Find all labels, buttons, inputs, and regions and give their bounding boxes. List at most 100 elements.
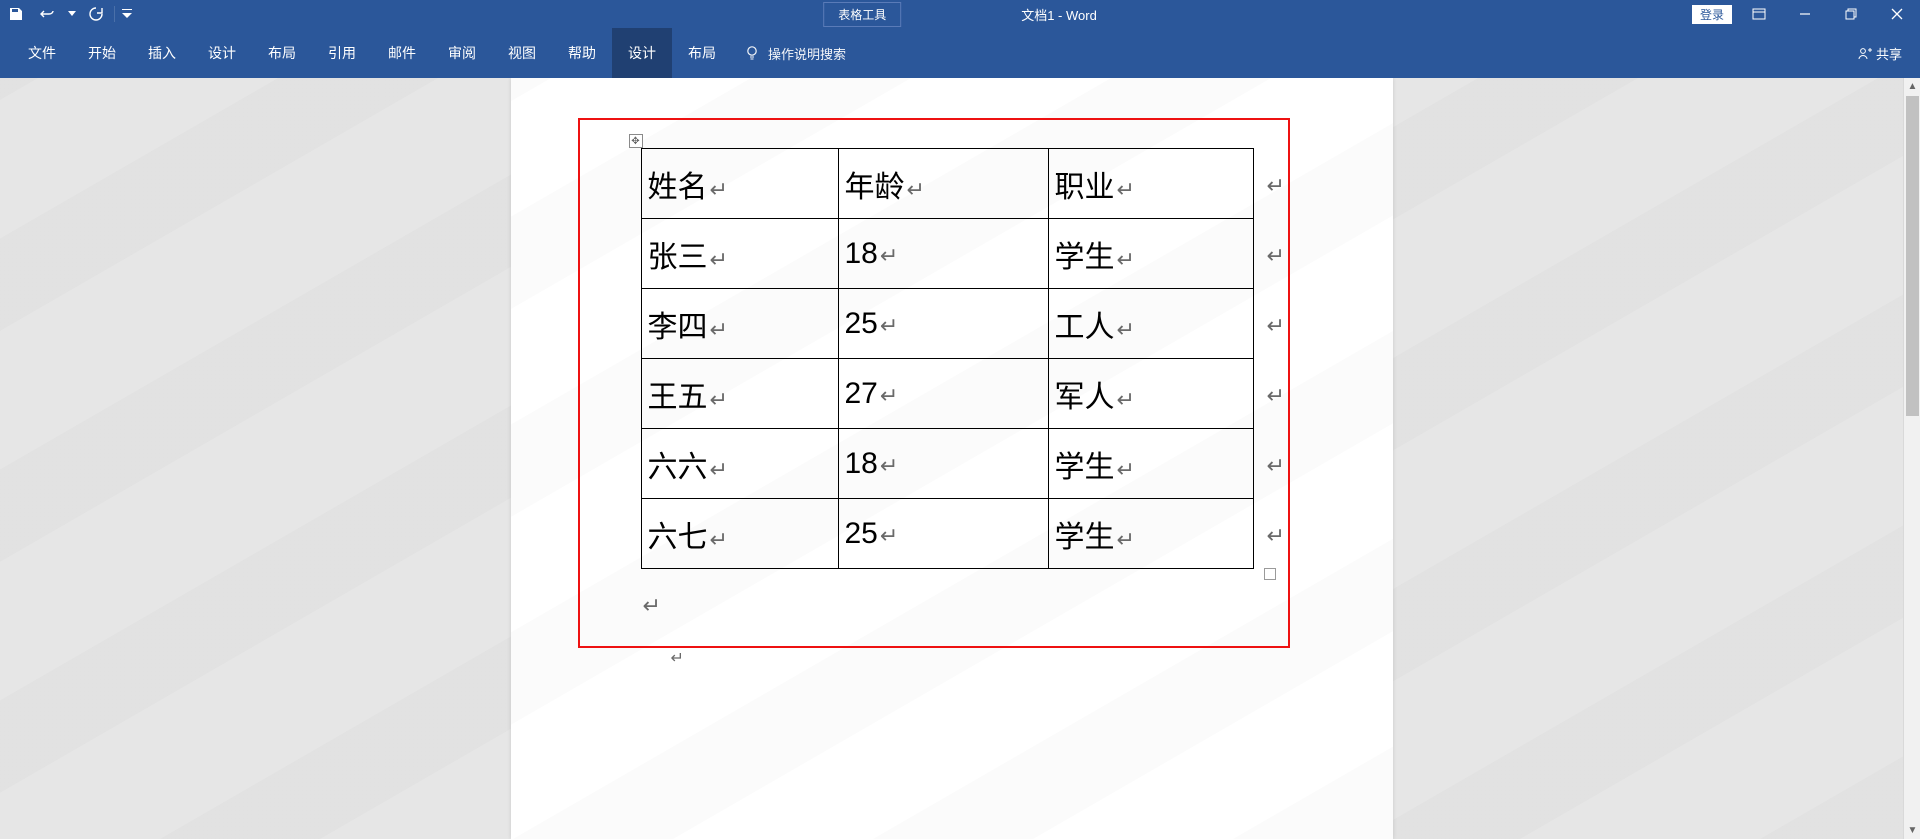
tab-home[interactable]: 开始 xyxy=(72,28,132,78)
row-end-mark: ↵ xyxy=(1267,173,1285,199)
table-row[interactable]: 六六↵ 18↵ 学生↵ xyxy=(641,429,1253,499)
cell-text: 18 xyxy=(845,447,878,480)
table-cell[interactable]: 18↵ xyxy=(838,429,1048,499)
row-end-mark: ↵ xyxy=(1267,243,1285,269)
table-cell[interactable]: 工人↵ xyxy=(1048,289,1253,359)
quick-access-toolbar xyxy=(0,0,137,28)
qat-separator xyxy=(114,6,115,22)
tab-insert[interactable]: 插入 xyxy=(132,28,192,78)
paragraph-mark: ↵ xyxy=(880,383,898,408)
page[interactable]: ✥ 姓名↵ 年龄↵ 职业↵ 张三↵ 18↵ 学生↵ 李四↵ 25↵ 工人↵ xyxy=(511,78,1393,839)
paragraph-mark: ↵ xyxy=(880,453,898,478)
table-row[interactable]: 王五↵ 27↵ 军人↵ xyxy=(641,359,1253,429)
undo-dropdown[interactable] xyxy=(64,0,80,28)
table-cell[interactable]: 姓名↵ xyxy=(641,149,838,219)
table-move-handle[interactable]: ✥ xyxy=(629,134,643,148)
table-cell[interactable]: 学生↵ xyxy=(1048,429,1253,499)
paragraph-mark: ↵ xyxy=(710,527,728,552)
table-cell[interactable]: 王五↵ xyxy=(641,359,838,429)
paragraph-mark: ↵ xyxy=(1117,387,1135,412)
title-center: 表格工具 文档1 - Word xyxy=(823,2,1097,27)
paragraph-mark: ↵ xyxy=(710,457,728,482)
minimize-button[interactable] xyxy=(1782,0,1828,28)
tab-review[interactable]: 审阅 xyxy=(432,28,492,78)
table-cell[interactable]: 25↵ xyxy=(838,499,1048,569)
ribbon-display-options[interactable] xyxy=(1736,0,1782,28)
cell-text: 27 xyxy=(845,377,878,410)
row-end-mark: ↵ xyxy=(1267,523,1285,549)
share-label: 共享 xyxy=(1876,44,1902,63)
cell-text: 25 xyxy=(845,517,878,550)
table-row[interactable]: 六七↵ 25↵ 学生↵ xyxy=(641,499,1253,569)
undo-button[interactable] xyxy=(32,0,64,28)
paragraph-mark: ↵ xyxy=(880,243,898,268)
paragraph-mark: ↵ xyxy=(1117,527,1135,552)
close-button[interactable] xyxy=(1874,0,1920,28)
table-cell[interactable]: 张三↵ xyxy=(641,219,838,289)
tell-me-label: 操作说明搜索 xyxy=(768,44,846,63)
table-cell[interactable]: 职业↵ xyxy=(1048,149,1253,219)
tab-table-design[interactable]: 设计 xyxy=(612,28,672,78)
cell-text: 职业 xyxy=(1055,171,1115,204)
table-cell[interactable]: 军人↵ xyxy=(1048,359,1253,429)
tab-table-layout[interactable]: 布局 xyxy=(672,28,732,78)
tab-file[interactable]: 文件 xyxy=(12,28,72,78)
paragraph-mark: ↵ xyxy=(1117,317,1135,342)
row-end-mark: ↵ xyxy=(1267,453,1285,479)
share-icon xyxy=(1858,46,1872,60)
cell-text: 学生 xyxy=(1055,521,1115,554)
table-row[interactable]: 姓名↵ 年龄↵ 职业↵ xyxy=(641,149,1253,219)
table-row[interactable]: 李四↵ 25↵ 工人↵ xyxy=(641,289,1253,359)
cell-text: 军人 xyxy=(1055,381,1115,414)
paragraph-mark: ↵ xyxy=(880,313,898,338)
tab-help[interactable]: 帮助 xyxy=(552,28,612,78)
minimize-icon xyxy=(1799,8,1811,20)
table-cell[interactable]: 六七↵ xyxy=(641,499,838,569)
qat-customize[interactable] xyxy=(117,0,137,28)
paragraph-mark: ↵ xyxy=(880,523,898,548)
share-button[interactable]: 共享 xyxy=(1858,44,1902,63)
save-icon xyxy=(9,7,23,21)
tab-view[interactable]: 视图 xyxy=(492,28,552,78)
tab-mailings[interactable]: 邮件 xyxy=(372,28,432,78)
row-end-mark: ↵ xyxy=(1267,313,1285,339)
paragraph-mark: ↵ xyxy=(643,593,661,619)
table-cell[interactable]: 25↵ xyxy=(838,289,1048,359)
table-row[interactable]: 张三↵ 18↵ 学生↵ xyxy=(641,219,1253,289)
tab-design[interactable]: 设计 xyxy=(192,28,252,78)
table-cell[interactable]: 李四↵ xyxy=(641,289,838,359)
save-button[interactable] xyxy=(0,0,32,28)
redo-button[interactable] xyxy=(80,0,112,28)
table-cell[interactable]: 年龄↵ xyxy=(838,149,1048,219)
table-cell[interactable]: 27↵ xyxy=(838,359,1048,429)
paragraph-mark: ↵ xyxy=(1117,247,1135,272)
tab-layout[interactable]: 布局 xyxy=(252,28,312,78)
scroll-up-button[interactable]: ▲ xyxy=(1904,78,1920,95)
tab-references[interactable]: 引用 xyxy=(312,28,372,78)
document-table[interactable]: 姓名↵ 年龄↵ 职业↵ 张三↵ 18↵ 学生↵ 李四↵ 25↵ 工人↵ 王五↵ … xyxy=(641,148,1254,569)
maximize-icon xyxy=(1845,8,1857,20)
table-cell[interactable]: 学生↵ xyxy=(1048,219,1253,289)
paragraph-mark: ↵ xyxy=(710,317,728,342)
table-cell[interactable]: 学生↵ xyxy=(1048,499,1253,569)
login-button[interactable]: 登录 xyxy=(1692,5,1732,24)
table-cell[interactable]: 六六↵ xyxy=(641,429,838,499)
scroll-thumb[interactable] xyxy=(1906,96,1919,416)
titlebar: 表格工具 文档1 - Word 登录 xyxy=(0,0,1920,28)
cell-text: 25 xyxy=(845,307,878,340)
page-host[interactable]: ✥ 姓名↵ 年龄↵ 职业↵ 张三↵ 18↵ 学生↵ 李四↵ 25↵ 工人↵ xyxy=(0,78,1903,839)
table-cell[interactable]: 18↵ xyxy=(838,219,1048,289)
vertical-scrollbar[interactable]: ▲ ▼ xyxy=(1903,78,1920,839)
scroll-down-button[interactable]: ▼ xyxy=(1904,822,1920,839)
paragraph-mark: ↵ xyxy=(671,648,684,668)
paragraph-mark: ↵ xyxy=(710,247,728,272)
redo-icon xyxy=(89,7,103,21)
cell-text: 王五 xyxy=(648,381,708,414)
maximize-button[interactable] xyxy=(1828,0,1874,28)
tell-me-search[interactable]: 操作说明搜索 xyxy=(744,44,846,63)
table-resize-handle[interactable] xyxy=(1264,568,1276,580)
ribbon-options-icon xyxy=(1752,8,1766,20)
qat-customize-icon xyxy=(122,9,132,19)
paragraph-mark: ↵ xyxy=(907,177,925,202)
cell-text: 学生 xyxy=(1055,241,1115,274)
